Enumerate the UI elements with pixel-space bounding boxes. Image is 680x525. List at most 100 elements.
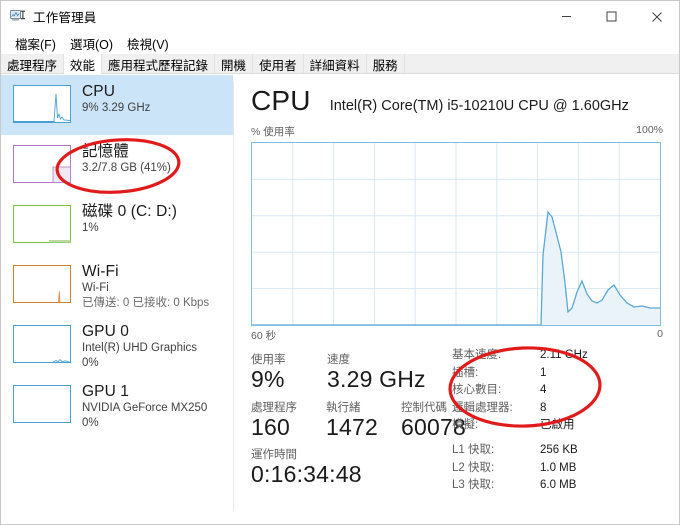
menu-item-view[interactable]: 檢視(V) xyxy=(120,34,176,53)
stat-processes: 處理程序 160 xyxy=(251,399,326,441)
menu-item-options[interactable]: 選項(O) xyxy=(63,34,120,53)
spec-key: L2 快取: xyxy=(452,461,495,474)
stats-row-2: 處理程序 160 執行緒 1472 控制代碼 60078 xyxy=(251,399,466,441)
tab-users[interactable]: 使用者 xyxy=(253,54,304,73)
cpu-utilization-graph xyxy=(251,142,661,326)
sidebar-item-wifi[interactable]: Wi-Fi Wi-Fi 已傳送: 0 已接收: 0 Kbps xyxy=(1,255,233,315)
sidebar-item-sub: 3.2/7.8 GB (41%) xyxy=(82,162,171,175)
spec-key: L1 快取: xyxy=(452,443,495,456)
graph-bottom-labels: 60 秒 0 xyxy=(251,328,663,343)
sidebar-item-sub: 9% 3.29 GHz xyxy=(82,102,151,115)
stat-value: 1472 xyxy=(326,413,378,440)
stat-value: 0:16:34:48 xyxy=(251,461,362,488)
sidebar-gpu1-text: GPU 1 NVIDIA GeForce MX250 0% xyxy=(82,383,207,430)
stat-label: 運作時間 xyxy=(251,449,297,462)
sidebar-item-label: Wi-Fi xyxy=(82,263,119,280)
sidebar-item-cpu[interactable]: CPU 9% 3.29 GHz xyxy=(1,75,233,135)
spec-row: L3 快取: 6.0 MB xyxy=(452,477,667,495)
sidebar-item-sub: NVIDIA GeForce MX250 xyxy=(82,402,208,415)
spec-value: 2.11 GHz xyxy=(540,349,588,361)
graph-x-start-label: 60 秒 xyxy=(251,330,277,342)
stat-utilization: 使用率 9% xyxy=(251,351,327,393)
spec-row: L2 快取: 1.0 MB xyxy=(452,460,667,478)
sidebar-memory-text: 記憶體 3.2/7.8 GB (41%) xyxy=(82,143,171,175)
cpu-model-label: Intel(R) Core(TM) i5-10210U CPU @ 1.60GH… xyxy=(329,98,629,114)
graph-y-axis-label: % 使用率 xyxy=(251,126,295,138)
sidebar-item-sub2: 0% xyxy=(82,417,99,430)
menu-bar: 檔案(F) 選項(O) 檢視(V) xyxy=(1,32,679,54)
tab-services[interactable]: 服務 xyxy=(367,54,405,73)
sidebar-gpu0-text: GPU 0 Intel(R) UHD Graphics 0% xyxy=(82,323,197,370)
stat-label: 速度 xyxy=(327,354,350,366)
sidebar-wifi-text: Wi-Fi Wi-Fi 已傳送: 0 已接收: 0 Kbps xyxy=(82,263,209,310)
tab-performance[interactable]: 效能 xyxy=(64,54,103,74)
window-controls xyxy=(544,1,679,32)
spec-row: 插槽: 1 xyxy=(452,365,667,383)
stat-value: 3.29 GHz xyxy=(327,366,426,392)
spec-row: 核心數目: 4 xyxy=(452,382,667,400)
wifi-thumbnail-graph xyxy=(13,265,71,303)
spec-key: 模擬: xyxy=(452,419,479,432)
cpu-thumbnail-graph xyxy=(13,85,71,123)
sidebar-item-label: 磁碟 0 (C: D:) xyxy=(82,203,178,220)
sidebar-item-label: GPU 1 xyxy=(82,383,130,400)
cpu-header: CPU Intel(R) Core(TM) i5-10210U CPU @ 1.… xyxy=(251,85,629,117)
graph-y-max-label: 100% xyxy=(636,124,663,136)
sidebar-item-disk-0[interactable]: 磁碟 0 (C: D:) 1% xyxy=(1,195,233,255)
tab-bar: 處理程序 效能 應用程式歷程記錄 開機 使用者 詳細資料 服務 xyxy=(1,54,679,74)
tab-details[interactable]: 詳細資料 xyxy=(304,54,367,73)
sidebar-item-gpu-0[interactable]: GPU 0 Intel(R) UHD Graphics 0% xyxy=(1,315,233,375)
spec-key: 基本速度: xyxy=(452,349,502,361)
cpu-detail-panel: CPU Intel(R) Core(TM) i5-10210U CPU @ 1.… xyxy=(234,75,679,524)
spec-value: 8 xyxy=(540,401,547,414)
sidebar-item-label: 記憶體 xyxy=(82,143,129,160)
sidebar-item-gpu-1[interactable]: GPU 1 NVIDIA GeForce MX250 0% xyxy=(1,375,233,435)
window-title: 工作管理員 xyxy=(33,11,97,25)
stat-value: 9% xyxy=(251,366,285,392)
spec-row: 邏輯處理器: 8 xyxy=(452,400,667,418)
task-manager-icon xyxy=(10,9,26,25)
gpu0-thumbnail-graph xyxy=(13,325,71,363)
spec-key: 插槽: xyxy=(452,366,479,379)
stats-row-3: 運作時間 0:16:34:48 xyxy=(251,446,466,488)
cpu-specs-list: 基本速度: 2.11 GHz 插槽: 1 核心數目: 4 邏輯處理器: 8 模擬… xyxy=(452,347,667,495)
sidebar-item-label: GPU 0 xyxy=(82,323,130,340)
disk-thumbnail-graph xyxy=(13,205,71,243)
spec-key: L3 快取: xyxy=(452,479,495,492)
sidebar-item-sub2: 已傳送: 0 已接收: 0 Kbps xyxy=(82,297,210,310)
tab-startup[interactable]: 開機 xyxy=(215,54,254,73)
maximize-button[interactable] xyxy=(589,1,634,32)
graph-x-end-label: 0 xyxy=(657,328,663,340)
title-bar: 工作管理員 xyxy=(1,1,679,32)
sidebar-item-sub2: 0% xyxy=(82,357,99,370)
stat-label: 處理程序 xyxy=(251,401,297,414)
spec-value: 1 xyxy=(540,366,547,379)
cpu-stats: 使用率 9% 速度 3.29 GHz 處理程序 160 執行緒 1472 控制代… xyxy=(251,351,466,488)
stat-label: 執行緒 xyxy=(326,401,361,414)
sidebar-disk-text: 磁碟 0 (C: D:) 1% xyxy=(82,203,177,235)
spec-row: 模擬: 已啟用 xyxy=(452,417,667,435)
tab-app-history[interactable]: 應用程式歷程記錄 xyxy=(102,54,216,73)
spec-value: 1.0 MB xyxy=(540,461,577,474)
stat-speed: 速度 3.29 GHz xyxy=(327,351,426,393)
spec-key: 邏輯處理器: xyxy=(452,401,513,414)
spec-key: 核心數目: xyxy=(452,384,502,397)
close-button[interactable] xyxy=(634,1,679,32)
spec-value: 6.0 MB xyxy=(540,479,577,492)
tab-processes[interactable]: 處理程序 xyxy=(1,54,65,73)
task-manager-window: 工作管理員 檔案(F) 選項(O) 檢視(V) 處理程序 效能 應用程式歷程記錄… xyxy=(0,0,680,525)
sidebar-item-label: CPU xyxy=(82,83,116,100)
sidebar-item-sub: 1% xyxy=(82,222,99,235)
minimize-button[interactable] xyxy=(544,1,589,32)
spec-value: 4 xyxy=(540,384,547,397)
sidebar-item-sub: Intel(R) UHD Graphics xyxy=(82,342,198,355)
sidebar-item-memory[interactable]: 記憶體 3.2/7.8 GB (41%) xyxy=(1,135,233,195)
stat-uptime: 運作時間 0:16:34:48 xyxy=(251,446,362,488)
spec-row: L1 快取: 256 KB xyxy=(452,442,667,460)
sidebar-item-sub: Wi-Fi xyxy=(82,282,109,295)
menu-item-file[interactable]: 檔案(F) xyxy=(8,34,63,53)
stats-row-1: 使用率 9% 速度 3.29 GHz xyxy=(251,351,466,393)
resource-sidebar[interactable]: CPU 9% 3.29 GHz 記憶體 3.2/7.8 GB (41%) 磁碟 … xyxy=(1,75,233,524)
stat-value: 160 xyxy=(251,413,290,440)
graph-top-labels: % 使用率 100% xyxy=(251,124,663,139)
